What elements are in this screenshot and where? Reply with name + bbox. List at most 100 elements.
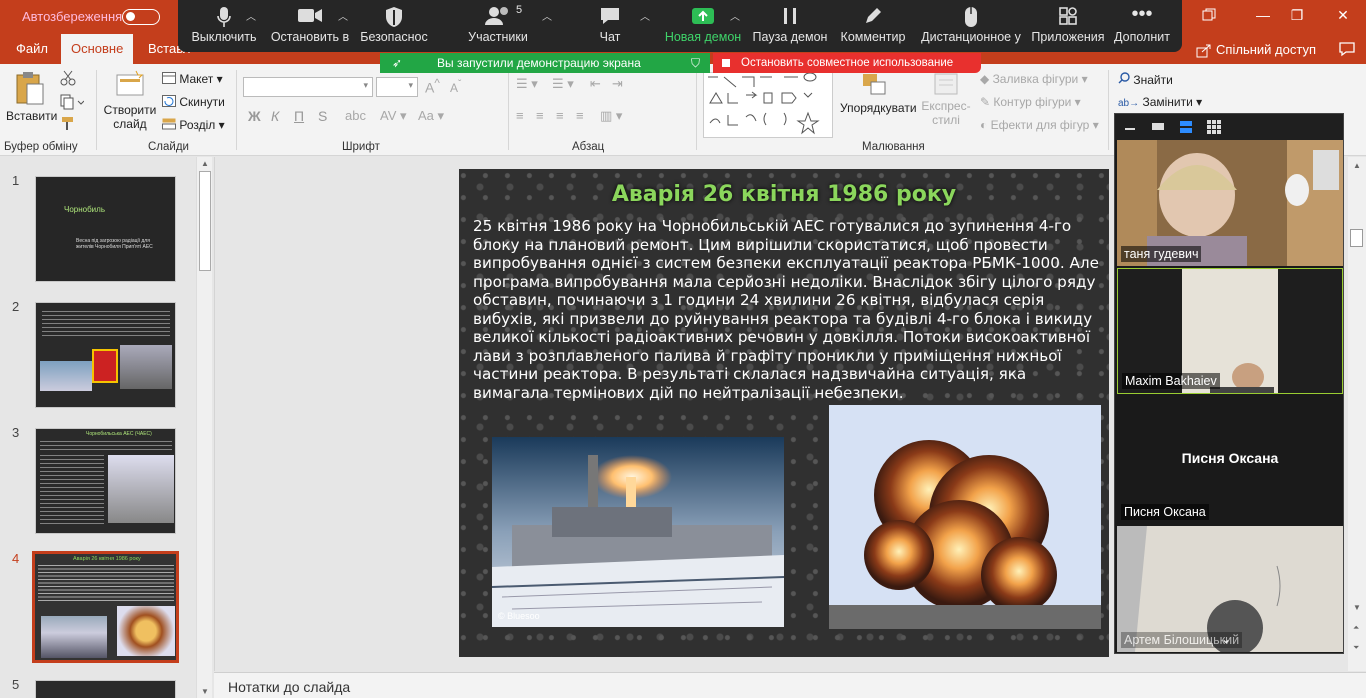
arrange-button[interactable]: Упорядкувати xyxy=(840,72,917,115)
align-center-icon[interactable]: ≡ xyxy=(536,108,544,123)
more-button[interactable]: ••• Дополнит xyxy=(1108,0,1176,52)
close-button[interactable]: ✕ xyxy=(1320,0,1366,30)
participant-tile[interactable]: таня гудевич xyxy=(1117,140,1343,266)
slide-body-text[interactable]: 25 квітня 1986 року на Чорнобильській АЕ… xyxy=(473,217,1103,402)
maximize-button[interactable]: ❐ xyxy=(1274,0,1320,30)
scroll-down-icon[interactable]: ▼ xyxy=(201,687,209,696)
single-view-icon[interactable] xyxy=(1151,120,1165,132)
grow-font-icon[interactable]: A^ xyxy=(425,77,440,96)
justify-icon[interactable]: ≡ xyxy=(576,108,584,123)
next-slide-icon[interactable]: ⏷ xyxy=(1353,643,1359,653)
underline-button[interactable]: П xyxy=(294,108,304,124)
participant-tile[interactable]: Писня Оксана Писня Оксана xyxy=(1117,396,1343,524)
pause-share-button[interactable]: Пауза демон xyxy=(752,0,828,52)
restore-window-icon[interactable] xyxy=(1186,0,1232,30)
stop-video-label: Остановить в xyxy=(270,30,350,44)
replace-label: Замінити xyxy=(1142,95,1193,109)
apps-button[interactable]: Приложения xyxy=(1030,0,1106,52)
align-left-icon[interactable]: ≡ xyxy=(516,108,524,123)
comments-icon[interactable] xyxy=(1338,41,1356,60)
tab-file[interactable]: Файл xyxy=(8,34,56,64)
remote-control-button[interactable]: Дистанционное у xyxy=(916,0,1026,52)
replace-button[interactable]: ab→ Замінити ▾ xyxy=(1118,95,1202,109)
columns-icon[interactable]: ▥ ▾ xyxy=(600,108,622,124)
slide-thumbnail-4[interactable]: Аварія 26 квітня 1986 року xyxy=(32,551,179,663)
decrease-indent-icon[interactable]: ⇤ xyxy=(590,76,601,92)
explosion-photo[interactable] xyxy=(829,405,1101,629)
slide-thumbnail-1[interactable]: Чорнобиль Весна під загрозою радіації дл… xyxy=(35,176,176,282)
shapes-gallery[interactable] xyxy=(703,72,833,138)
stop-icon xyxy=(722,59,730,67)
shape-fill-label: Заливка фігури xyxy=(992,72,1079,86)
strikethrough-icon[interactable]: abc xyxy=(345,108,366,123)
slide-title[interactable]: Аварія 26 квітня 1986 року xyxy=(459,182,1109,207)
chevron-up-icon[interactable]: ︿ xyxy=(730,8,740,23)
shrink-font-icon[interactable]: Aˇ xyxy=(450,79,461,95)
slide-thumbnail-5[interactable] xyxy=(35,680,176,698)
numbering-icon[interactable]: ☰ ▾ xyxy=(552,76,574,92)
drawing-group-label: Малювання xyxy=(862,141,925,153)
layout-button[interactable]: Макет ▾ xyxy=(162,72,223,87)
current-slide[interactable]: Аварія 26 квітня 1986 року 25 квітня 198… xyxy=(459,169,1109,657)
security-button[interactable]: Безопаснос xyxy=(358,0,430,52)
slide-thumbnail-3[interactable]: Чорнобильська АЕС (ЧАЕС) xyxy=(35,428,176,534)
tab-home[interactable]: Основне xyxy=(61,34,134,64)
chat-button[interactable]: Чат xyxy=(578,0,642,52)
find-button[interactable]: Знайти xyxy=(1118,72,1173,87)
char-spacing-icon[interactable]: AV ▾ xyxy=(380,108,407,124)
chevron-down-icon[interactable]: ⌄ xyxy=(1221,632,1231,646)
new-slide-button[interactable]: Створити слайд xyxy=(102,70,158,131)
minimize-gallery-icon[interactable] xyxy=(1124,120,1136,132)
stop-share-label: Остановить совместное использование xyxy=(741,57,954,69)
reset-button[interactable]: Скинути xyxy=(162,95,225,110)
section-button[interactable]: Розділ ▾ xyxy=(162,118,225,133)
participants-button[interactable]: Участники 5 xyxy=(462,0,534,52)
scroll-up-icon[interactable]: ▲ xyxy=(1353,161,1361,170)
paste-button[interactable]: Вставити xyxy=(6,70,57,123)
increase-indent-icon[interactable]: ⇥ xyxy=(612,76,623,92)
font-size-select[interactable]: ▾ xyxy=(376,77,418,97)
participant-tile[interactable]: Артем Білошицький ⌄ xyxy=(1117,526,1343,652)
shape-effects-label: Ефекти для фігур xyxy=(990,118,1090,132)
shape-effects-button[interactable]: ◐ Ефекти для фігур ▾ xyxy=(980,118,1099,132)
italic-button[interactable]: К xyxy=(271,108,279,124)
align-right-icon[interactable]: ≡ xyxy=(556,108,564,123)
thumb-text-lines xyxy=(42,311,170,339)
bullets-icon[interactable]: ☰ ▾ xyxy=(516,76,538,92)
annotate-button[interactable]: Комментир xyxy=(838,0,908,52)
shape-fill-button[interactable]: ◆ Заливка фігури ▾ xyxy=(980,72,1088,86)
bold-button[interactable]: Ж xyxy=(248,108,261,124)
slide-thumbnail-2[interactable] xyxy=(35,302,176,408)
scroll-up-icon[interactable]: ▲ xyxy=(201,159,209,168)
prev-slide-icon[interactable]: ⏶ xyxy=(1353,623,1359,633)
chevron-up-icon[interactable]: ︿ xyxy=(338,8,348,23)
notes-pane[interactable]: Нотатки до слайда xyxy=(214,672,1366,698)
new-slide-icon xyxy=(116,70,144,96)
reactor-photo[interactable]: © Bluesoo xyxy=(492,437,784,627)
quick-styles-button[interactable]: Експрес- стилі xyxy=(918,72,974,127)
participant-tile-active[interactable]: Maxim Bakhaiev xyxy=(1117,268,1343,394)
copy-icon[interactable] xyxy=(60,94,85,113)
strip-view-icon[interactable] xyxy=(1179,120,1193,134)
thumbnails-scrollbar[interactable]: ▲ ▼ xyxy=(196,157,212,698)
font-family-select[interactable]: ▾ xyxy=(243,77,373,97)
format-painter-icon[interactable] xyxy=(60,116,76,135)
shape-outline-button[interactable]: ✎ Контур фігури ▾ xyxy=(980,95,1081,109)
scroll-thumb[interactable] xyxy=(199,171,211,271)
shadow-button[interactable]: S xyxy=(318,108,327,124)
chevron-up-icon[interactable]: ︿ xyxy=(542,8,552,23)
scroll-thumb[interactable] xyxy=(1350,229,1363,247)
slide-scrollbar[interactable]: ▲ ▼ ⏶ ⏷ xyxy=(1348,157,1366,671)
scroll-down-icon[interactable]: ▼ xyxy=(1353,603,1361,612)
autosave-toggle[interactable] xyxy=(122,9,160,25)
outline-icon: ✎ xyxy=(980,95,994,109)
cut-icon[interactable] xyxy=(60,70,76,89)
stop-share-button[interactable]: Остановить совместное использование xyxy=(713,53,981,73)
new-slide-label: Створити xyxy=(103,103,157,117)
chevron-up-icon[interactable]: ︿ xyxy=(246,8,256,23)
shape-outline-label: Контур фігури xyxy=(993,95,1072,109)
grid-view-icon[interactable] xyxy=(1207,120,1221,134)
chevron-up-icon[interactable]: ︿ xyxy=(640,8,650,23)
share-button[interactable]: Спільний доступ xyxy=(1196,39,1316,61)
change-case-icon[interactable]: Aa ▾ xyxy=(418,108,444,124)
